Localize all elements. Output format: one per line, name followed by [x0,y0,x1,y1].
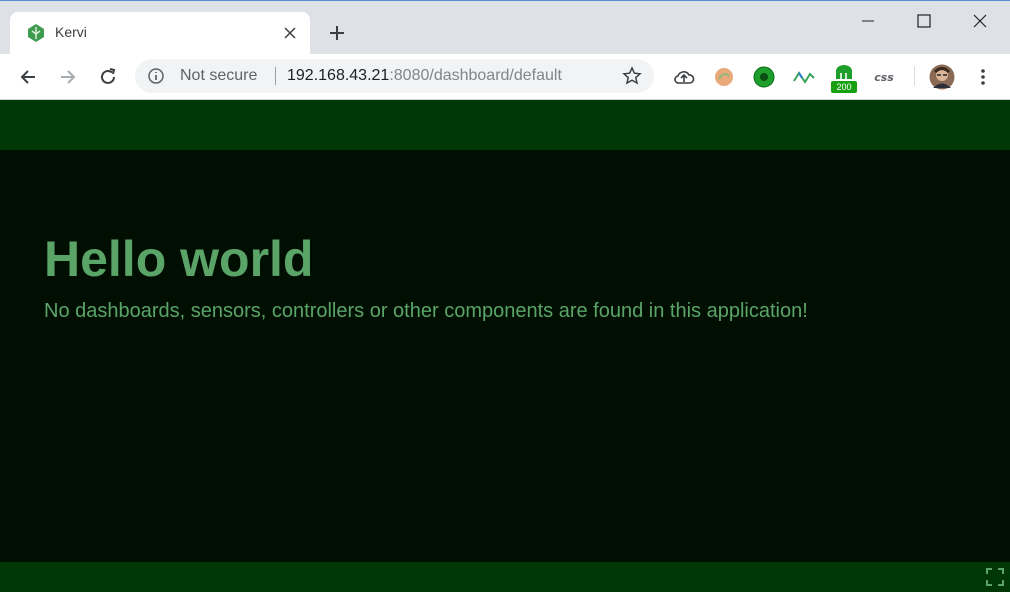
app-header-bar [0,100,1010,150]
reload-icon [101,68,116,84]
app-footer-bar [0,562,1010,592]
green-circle-graphic [753,66,775,88]
css-extension-label: css [874,70,894,84]
maximize-icon [917,14,931,28]
close-window-button[interactable] [952,1,1008,41]
omnibox-divider [275,67,276,85]
orange-extension-graphic [715,68,733,86]
bookmark-star-icon[interactable] [622,66,642,86]
arrow-right-icon [61,70,76,84]
forward-button[interactable] [53,62,83,92]
browser-tab[interactable]: Kervi [10,12,310,55]
browser-menu-button[interactable] [970,64,996,90]
tab-strip: Kervi [0,0,1010,55]
css-extension-icon[interactable]: css [871,64,897,90]
wave-extension-icon[interactable] [791,64,817,90]
reload-button[interactable] [93,62,123,92]
cloud-upload-icon[interactable] [671,64,697,90]
tab-close-button[interactable] [278,21,302,45]
back-button[interactable] [13,62,43,92]
tab-title: Kervi [55,24,87,40]
cloud-upload-icon-graphic [674,71,695,84]
address-bar[interactable]: Not secure 192.168.43.21:8080/dashboard/… [135,59,654,93]
kervi-leaf-icon [28,24,44,42]
green-circle-extension-icon[interactable] [751,64,777,90]
close-icon [284,27,296,39]
orange-extension-icon[interactable] [711,64,737,90]
minimize-icon [862,20,874,22]
counter-graphic [836,65,852,79]
app-main: Hello world No dashboards, sensors, cont… [0,150,1010,562]
wave-graphic [793,71,815,84]
close-icon [973,14,987,28]
more-vertical-icon [981,69,985,85]
minimize-button[interactable] [840,1,896,41]
profile-avatar[interactable] [929,64,955,90]
avatar-icon [929,64,955,90]
url-path: :8080/dashboard/default [389,67,562,84]
page-title: Hello world [44,231,314,287]
arrow-left-icon [20,70,35,84]
browser-toolbar: Not secure 192.168.43.21:8080/dashboard/… [0,54,1010,100]
url-host: 192.168.43.21 [287,67,390,84]
counter-extension-icon[interactable]: 200 [831,64,857,93]
maximize-button[interactable] [896,1,952,41]
empty-state-message: No dashboards, sensors, controllers or o… [44,300,808,322]
url-text[interactable]: 192.168.43.21:8080/dashboard/default [287,67,562,85]
new-tab-button[interactable] [325,21,349,45]
fullscreen-icon[interactable] [986,568,1004,586]
info-icon[interactable] [147,67,165,85]
security-status[interactable]: Not secure [180,67,257,85]
toolbar-divider [914,66,915,86]
extension-badge: 200 [831,81,857,93]
plus-icon [330,26,344,40]
